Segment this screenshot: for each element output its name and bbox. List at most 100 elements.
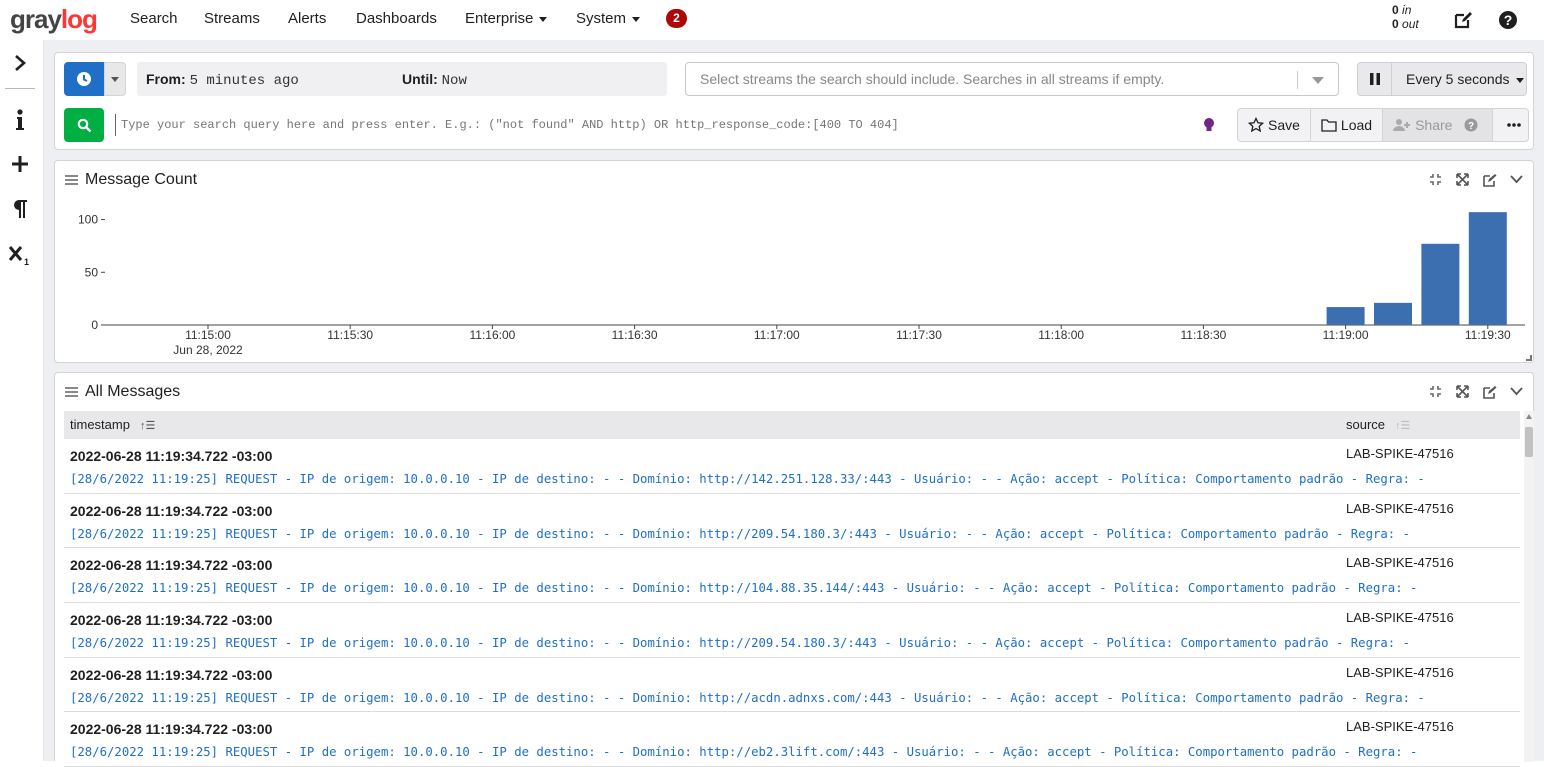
scroll-up-icon[interactable] <box>1526 414 1532 419</box>
throughput-indicator[interactable]: 0 in 0 out <box>1392 3 1419 31</box>
drag-handle-icon[interactable] <box>65 175 78 185</box>
info-icon[interactable] <box>8 108 32 132</box>
refresh-control: Every 5 seconds <box>1357 62 1527 96</box>
table-row[interactable]: 2022-06-28 11:19:34.722 -03:00 LAB-SPIKE… <box>64 494 1520 549</box>
column-header-source[interactable]: source ↑☰ <box>1346 417 1410 432</box>
time-from: From: 5 minutes ago <box>146 71 299 89</box>
x-tick-label: 11:16:30 <box>612 328 658 342</box>
sidebar-divider <box>5 88 35 89</box>
more-actions-button[interactable] <box>1493 109 1539 141</box>
question-circle-icon[interactable]: ? <box>1464 118 1478 132</box>
search-query-input[interactable] <box>115 114 1195 136</box>
throughput-in-label: in <box>1402 3 1412 17</box>
scrollbar-thumb[interactable] <box>1525 427 1533 457</box>
timestamp-header-label: timestamp <box>70 417 130 432</box>
load-button[interactable]: Load <box>1311 109 1384 141</box>
streams-select[interactable]: Select streams the search should include… <box>685 62 1339 96</box>
until-value: Now <box>441 73 467 89</box>
row-timestamp: 2022-06-28 11:19:34.722 -03:00 <box>70 666 273 683</box>
widget-title[interactable]: Message Count <box>65 171 197 189</box>
nav-system[interactable]: System <box>576 10 641 27</box>
message-count-title: Message Count <box>85 171 198 188</box>
lightbulb-icon[interactable] <box>1200 115 1218 135</box>
edit-icon[interactable] <box>1481 171 1498 188</box>
share-button[interactable]: Share ? <box>1383 109 1494 141</box>
drag-handle-icon[interactable] <box>65 387 78 397</box>
from-label: From: <box>146 71 186 87</box>
nav-search[interactable]: Search <box>130 10 178 27</box>
y-tick-label: 100 <box>78 213 98 227</box>
x-tick-label: 11:19:00 <box>1323 328 1369 342</box>
save-label: Save <box>1268 117 1300 133</box>
table-row[interactable]: 2022-06-28 11:19:34.722 -03:00 LAB-SPIKE… <box>64 439 1520 494</box>
nav-system-label: System <box>576 10 627 27</box>
row-timestamp: 2022-06-28 11:19:34.722 -03:00 <box>70 721 273 738</box>
chevron-down-icon <box>539 16 548 22</box>
throughput-out-label: out <box>1402 17 1419 31</box>
throughput-out-value: 0 <box>1392 17 1399 31</box>
save-button[interactable]: Save <box>1238 109 1311 141</box>
chevron-down-icon <box>1312 77 1324 84</box>
until-label: Until: <box>402 71 438 87</box>
table-row[interactable]: 2022-06-28 11:19:34.722 -03:00 LAB-SPIKE… <box>64 658 1520 713</box>
paragraph-icon[interactable] <box>8 197 32 221</box>
scratchpad-icon[interactable] <box>1451 8 1475 32</box>
load-label: Load <box>1340 117 1373 133</box>
sort-icon[interactable]: ↑☰ <box>140 419 155 432</box>
chevron-right-icon[interactable] <box>8 51 32 75</box>
row-source: LAB-SPIKE-47516 <box>1346 555 1454 571</box>
graylog-logo[interactable]: graylog <box>10 4 98 35</box>
select-divider <box>1297 71 1298 89</box>
time-until: Until: Now <box>402 71 467 89</box>
row-message: [28/6/2022 11:19:25] REQUEST - IP de ori… <box>70 745 1418 760</box>
compress-icon[interactable] <box>1427 383 1444 400</box>
chevron-down-icon[interactable] <box>1508 383 1525 400</box>
all-messages-title: All Messages <box>85 383 181 400</box>
x-tick-label: 11:15:30 <box>327 328 373 342</box>
resize-handle[interactable] <box>1526 355 1532 361</box>
help-icon[interactable]: ? <box>1496 8 1520 32</box>
time-range-display[interactable]: From: 5 minutes ago Until: Now <box>137 62 667 96</box>
x-tick-label: 11:18:30 <box>1180 328 1226 342</box>
chevron-down-icon <box>111 76 119 82</box>
nav-dashboards[interactable]: Dashboards <box>356 10 437 27</box>
row-message: [28/6/2022 11:19:25] REQUEST - IP de ori… <box>70 636 1411 651</box>
row-source: LAB-SPIKE-47516 <box>1346 664 1454 680</box>
chart-bar <box>1326 307 1365 325</box>
x-tick-label: 11:15:00 <box>185 328 231 342</box>
compress-icon[interactable] <box>1427 171 1444 188</box>
x-tick-label: 11:16:00 <box>469 328 515 342</box>
nav-enterprise[interactable]: Enterprise <box>465 10 548 27</box>
table-row[interactable]: 2022-06-28 11:19:34.722 -03:00 LAB-SPIKE… <box>64 548 1520 604</box>
search-button[interactable] <box>64 108 104 142</box>
time-range-dropdown-toggle[interactable] <box>104 62 126 96</box>
table-row[interactable]: 2022-06-28 11:19:34.722 -03:00 LAB-SPIKE… <box>64 712 1520 767</box>
edit-icon[interactable] <box>1481 383 1498 400</box>
row-timestamp: 2022-06-28 11:19:34.722 -03:00 <box>70 612 273 629</box>
pause-refresh-button[interactable] <box>1358 63 1392 95</box>
expand-icon[interactable] <box>1454 383 1471 400</box>
time-range-button[interactable] <box>64 62 104 96</box>
all-messages-widget: All Messages timestamp ↑☰ source ↑☰ 2022-0… <box>54 372 1534 767</box>
search-actions-group: Save Load Share ? <box>1237 108 1529 142</box>
column-header-timestamp[interactable]: timestamp ↑☰ <box>70 417 155 432</box>
y-tick-label: 0 <box>91 318 98 332</box>
notification-badge[interactable]: 2 <box>666 9 687 28</box>
svg-text:?: ? <box>1504 12 1513 28</box>
nav-alerts[interactable]: Alerts <box>288 10 326 27</box>
sort-icon[interactable]: ↑☰ <box>1395 419 1410 432</box>
row-message: [28/6/2022 11:19:25] REQUEST - IP de ori… <box>70 526 1411 541</box>
refresh-interval-dropdown[interactable]: Every 5 seconds <box>1406 71 1524 87</box>
pause-icon <box>1369 73 1380 85</box>
expand-icon[interactable] <box>1454 171 1471 188</box>
widget-title[interactable]: All Messages <box>65 383 180 401</box>
subscript-x-icon[interactable]: 1 <box>8 243 32 267</box>
nav-streams[interactable]: Streams <box>204 10 260 27</box>
chevron-down-icon[interactable] <box>1508 171 1525 188</box>
row-message: [28/6/2022 11:19:25] REQUEST - IP de ori… <box>70 690 1425 705</box>
row-source: LAB-SPIKE-47516 <box>1346 610 1454 626</box>
table-row[interactable]: 2022-06-28 11:19:34.722 -03:00 LAB-SPIKE… <box>64 603 1520 658</box>
messages-scrollbar[interactable] <box>1524 411 1534 762</box>
plus-icon[interactable] <box>8 152 32 176</box>
row-timestamp: 2022-06-28 11:19:34.722 -03:00 <box>70 448 273 464</box>
